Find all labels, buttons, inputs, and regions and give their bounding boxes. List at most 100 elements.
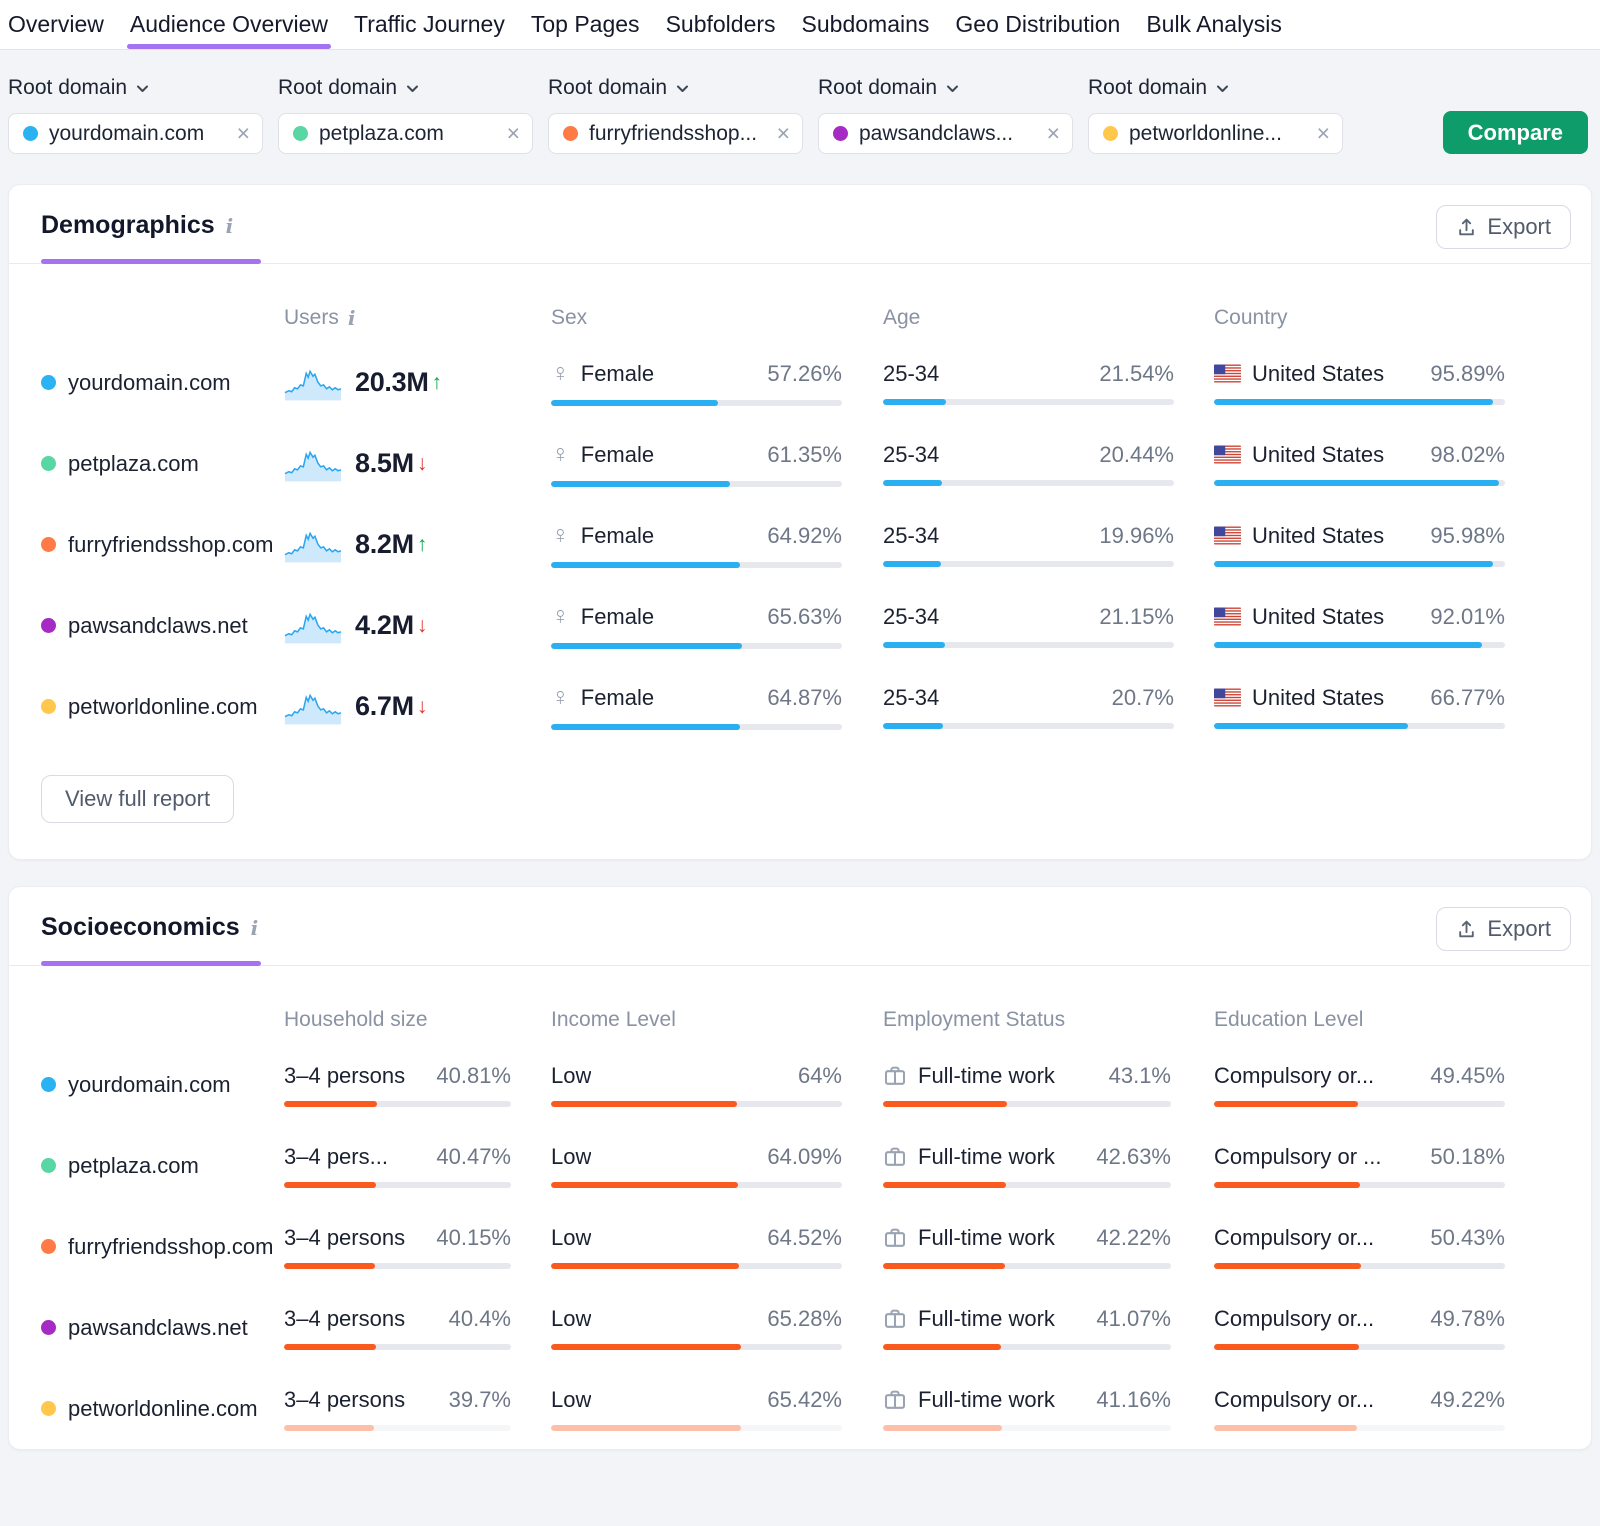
domain-label: petworldonline.com — [68, 1396, 258, 1422]
domain-color-dot — [41, 618, 56, 633]
compare-button[interactable]: Compare — [1443, 111, 1588, 154]
progress-bar — [883, 480, 1174, 486]
domain-color-dot — [41, 1320, 56, 1335]
export-button[interactable]: Export — [1436, 205, 1571, 249]
users-value: 8.2M — [355, 529, 414, 560]
tab-traffic-journey[interactable]: Traffic Journey — [341, 0, 518, 49]
chevron-down-icon — [1214, 80, 1231, 97]
education-percent: 50.43% — [1430, 1225, 1505, 1251]
work-icon — [883, 1226, 907, 1250]
sex-value: Female — [581, 361, 654, 387]
close-icon[interactable]: × — [507, 122, 520, 145]
female-icon: ♀ — [551, 602, 570, 631]
root-domain-label: Root domain — [278, 76, 397, 100]
root-domain-selector[interactable]: Root domain — [548, 76, 803, 100]
domain-color-dot — [563, 126, 578, 141]
chevron-down-icon — [944, 80, 961, 97]
domain-label: yourdomain.com — [68, 370, 231, 396]
progress-bar — [284, 1101, 511, 1107]
progress-bar — [883, 1425, 1171, 1431]
country-percent: 98.02% — [1430, 442, 1505, 468]
root-domain-selector[interactable]: Root domain — [8, 76, 263, 100]
female-icon: ♀ — [551, 521, 570, 550]
tab-subdomains[interactable]: Subdomains — [789, 0, 943, 49]
info-icon[interactable]: i — [348, 306, 356, 330]
age-value: 25-34 — [883, 442, 939, 468]
household-value: 3–4 persons — [284, 1063, 405, 1089]
close-icon[interactable]: × — [777, 122, 790, 145]
employment-percent: 41.07% — [1096, 1306, 1171, 1332]
domain-chip-5[interactable]: petworldonline... × — [1088, 113, 1343, 154]
progress-bar — [551, 400, 842, 406]
us-flag-icon — [1214, 445, 1241, 464]
users-value: 6.7M — [355, 691, 414, 722]
view-full-report-button[interactable]: View full report — [41, 775, 234, 823]
country-value: United States — [1252, 523, 1384, 549]
table-row: yourdomain.com 3–4 persons 40.81% Low 64… — [41, 1044, 1559, 1125]
progress-bar — [1214, 1344, 1505, 1350]
root-domain-selector[interactable]: Root domain — [818, 76, 1073, 100]
demographics-title: Demographics — [41, 211, 215, 240]
chevron-down-icon — [404, 80, 421, 97]
table-row: furryfriendsshop.com 8.2M ↑ ♀Female 64.9… — [41, 504, 1559, 585]
sex-value: Female — [581, 685, 654, 711]
country-percent: 92.01% — [1430, 604, 1505, 630]
us-flag-icon — [1214, 607, 1241, 626]
employment-value: Full-time work — [918, 1387, 1055, 1413]
domain-chip-4[interactable]: pawsandclaws... × — [818, 113, 1073, 154]
tab-audience-overview[interactable]: Audience Overview — [117, 0, 341, 49]
root-domain-label: Root domain — [818, 76, 937, 100]
root-domain-selector[interactable]: Root domain — [278, 76, 533, 100]
domain-chip-1[interactable]: yourdomain.com × — [8, 113, 263, 154]
progress-bar — [1214, 399, 1505, 405]
domain-chip-3[interactable]: furryfriendsshop... × — [548, 113, 803, 154]
progress-bar — [551, 1344, 842, 1350]
domain-chip-label: petworldonline... — [1129, 122, 1306, 146]
progress-bar — [883, 723, 1174, 729]
work-icon — [883, 1145, 907, 1169]
users-value: 8.5M — [355, 448, 414, 479]
info-icon[interactable]: i — [226, 214, 234, 238]
tab-bulk-analysis[interactable]: Bulk Analysis — [1133, 0, 1295, 49]
tab-geo-distribution[interactable]: Geo Distribution — [942, 0, 1133, 49]
export-label: Export — [1487, 214, 1551, 240]
domain-color-dot — [41, 1401, 56, 1416]
progress-bar — [284, 1182, 511, 1188]
income-value: Low — [551, 1063, 591, 1089]
table-row: petplaza.com 8.5M ↓ ♀Female 61.35% — [41, 423, 1559, 504]
domain-chip-2[interactable]: petplaza.com × — [278, 113, 533, 154]
education-column-header: Education Level — [1214, 1008, 1559, 1032]
education-value: Compulsory or... — [1214, 1306, 1374, 1332]
close-icon[interactable]: × — [1047, 122, 1060, 145]
root-domain-selector[interactable]: Root domain — [1088, 76, 1343, 100]
export-button[interactable]: Export — [1436, 907, 1571, 951]
education-value: Compulsory or ... — [1214, 1144, 1382, 1170]
domain-color-dot — [41, 375, 56, 390]
work-icon — [883, 1307, 907, 1331]
close-icon[interactable]: × — [237, 122, 250, 145]
users-sparkline — [284, 525, 342, 565]
income-value: Low — [551, 1306, 591, 1332]
tab-top-pages[interactable]: Top Pages — [518, 0, 653, 49]
progress-bar — [551, 1101, 842, 1107]
trend-down-icon: ↓ — [417, 614, 428, 638]
demographics-header-row: Users i Sex Age Country — [41, 306, 1559, 330]
country-percent: 66.77% — [1430, 685, 1505, 711]
info-icon[interactable]: i — [251, 916, 259, 940]
household-value: 3–4 persons — [284, 1387, 405, 1413]
users-sparkline — [284, 687, 342, 727]
employment-value: Full-time work — [918, 1225, 1055, 1251]
table-row: furryfriendsshop.com 3–4 persons 40.15% … — [41, 1206, 1559, 1287]
age-value: 25-34 — [883, 361, 939, 387]
users-sparkline — [284, 606, 342, 646]
close-icon[interactable]: × — [1317, 122, 1330, 145]
income-value: Low — [551, 1144, 591, 1170]
domain-chip-label: petplaza.com — [319, 122, 496, 146]
table-row: petworldonline.com 6.7M ↓ ♀Female 64.87% — [41, 666, 1559, 747]
age-percent: 19.96% — [1099, 523, 1174, 549]
tab-overview[interactable]: Overview — [0, 0, 117, 49]
age-percent: 20.7% — [1112, 685, 1174, 711]
tab-subfolders[interactable]: Subfolders — [653, 0, 789, 49]
country-value: United States — [1252, 442, 1384, 468]
export-label: Export — [1487, 916, 1551, 942]
